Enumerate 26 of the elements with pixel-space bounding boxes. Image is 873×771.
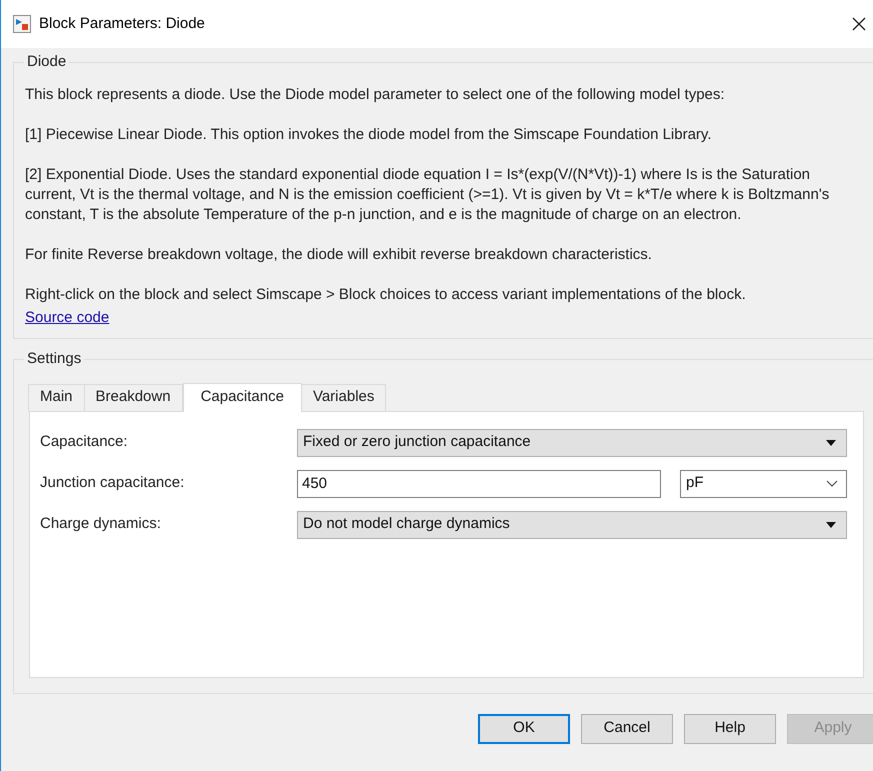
description-paragraph: [2] Exponential Diode. Uses the standard exponential diode equation I = Is*(exp(V/(N*Vt))-1) where Is is the Saturation current, Vt is the thermal voltage, and N is the emission coefficient (>=1). Vt is given by Vt = k*T/e where k is Boltzmann's constant, T is the absolute Temperature of the p-n junction, and e is the magnitude of charge on an electron.: [25, 165, 830, 225]
description-paragraph: [1] Piecewise Linear Diode. This option invokes the diode model from the Simscape Foundation Library.: [25, 125, 712, 145]
chevron-down-icon: [826, 480, 838, 487]
tab[interactable]: Breakdown: [84, 384, 183, 410]
dialog-button[interactable]: Help: [684, 714, 776, 744]
description-paragraph: This block represents a diode. Use the Diode model parameter to select one of the following model types:: [25, 85, 726, 105]
field-label: Charge dynamics:: [40, 514, 162, 534]
dropdown-arrow-icon: [826, 440, 836, 446]
dropdown[interactable]: Fixed or zero junction capacitance: [297, 428, 847, 456]
tab[interactable]: Variables: [300, 384, 386, 410]
app-icon: [13, 15, 31, 33]
source-code-link[interactable]: Source code: [25, 307, 110, 330]
close-icon[interactable]: [852, 17, 866, 31]
unit-dropdown[interactable]: pF: [680, 470, 847, 498]
field-label: Capacitance:: [40, 432, 129, 452]
description-paragraph: For finite Reverse breakdown voltage, the diode will exhibit reverse breakdown characteristics.: [25, 245, 653, 265]
tab[interactable]: Main: [28, 384, 85, 410]
field-label: Junction capacitance:: [40, 473, 186, 494]
tab[interactable]: Capacitance: [182, 382, 302, 412]
dialog-button[interactable]: Cancel: [581, 714, 673, 744]
dropdown[interactable]: Do not model charge dynamics: [297, 510, 847, 538]
dropdown-arrow-icon: [826, 522, 836, 528]
dialog-button[interactable]: OK: [478, 714, 570, 744]
window-title: Block Parameters: Diode: [39, 14, 205, 34]
input-field[interactable]: 450: [297, 470, 661, 498]
description-paragraph: Right-click on the block and select Simscape > Block choices to access variant implementations of the block.: [25, 285, 747, 305]
